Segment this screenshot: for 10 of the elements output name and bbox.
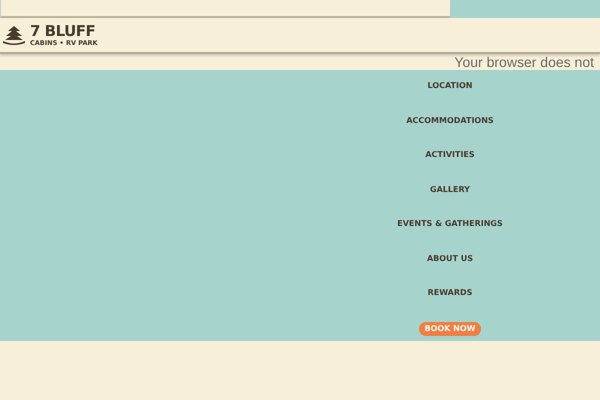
nav-link[interactable]: GALLERY [430,184,470,218]
logo-name: 7 BLUFF [30,24,96,38]
nav-link[interactable]: LOCATION [428,80,472,114]
nav-link[interactable]: REWARDS [428,287,472,322]
nav-link[interactable]: ABOUT US [426,252,474,287]
browser-notice: Your browser does not [454,54,595,70]
nav-link[interactable]: ACTIVITIES [425,149,475,184]
tree-logo-icon [2,25,26,45]
nav-link[interactable]: ACCOMMODATIONS [406,114,494,149]
nav-link[interactable]: EVENTS & GATHERINGS [397,218,503,252]
